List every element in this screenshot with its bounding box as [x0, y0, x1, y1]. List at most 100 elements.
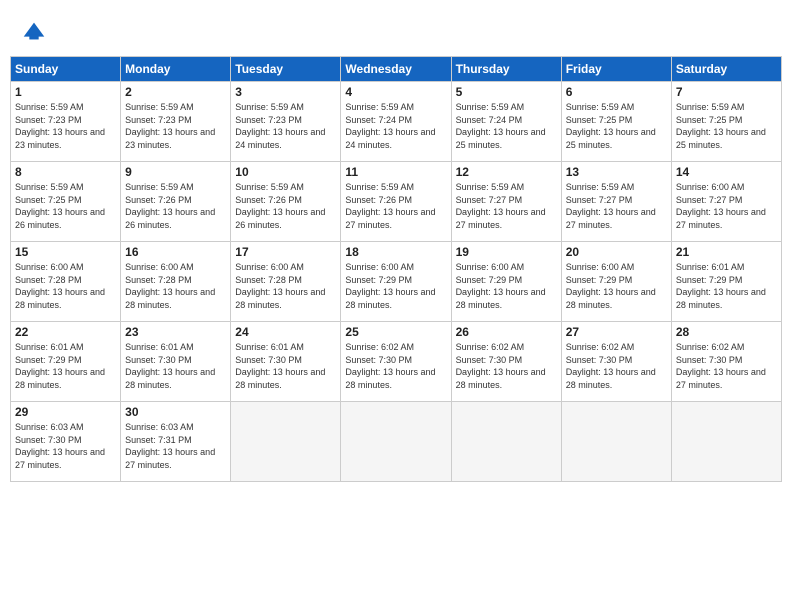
calendar-day-7: 7 Sunrise: 5:59 AMSunset: 7:25 PMDaylight…	[671, 82, 781, 162]
calendar-day-9: 9 Sunrise: 5:59 AMSunset: 7:26 PMDaylight…	[121, 162, 231, 242]
day-number: 20	[566, 245, 667, 259]
day-info: Sunrise: 5:59 AMSunset: 7:24 PMDaylight:…	[345, 101, 446, 151]
day-number: 2	[125, 85, 226, 99]
day-number: 8	[15, 165, 116, 179]
day-info: Sunrise: 6:00 AMSunset: 7:29 PMDaylight:…	[345, 261, 446, 311]
calendar-day-10: 10 Sunrise: 5:59 AMSunset: 7:26 PMDayligh…	[231, 162, 341, 242]
day-info: Sunrise: 6:00 AMSunset: 7:27 PMDaylight:…	[676, 181, 777, 231]
calendar-header-row: SundayMondayTuesdayWednesdayThursdayFrid…	[11, 57, 782, 82]
day-info: Sunrise: 6:00 AMSunset: 7:28 PMDaylight:…	[235, 261, 336, 311]
calendar-week-row: 8 Sunrise: 5:59 AMSunset: 7:25 PMDaylight…	[11, 162, 782, 242]
calendar-day-4: 4 Sunrise: 5:59 AMSunset: 7:24 PMDaylight…	[341, 82, 451, 162]
day-info: Sunrise: 6:03 AMSunset: 7:31 PMDaylight:…	[125, 421, 226, 471]
calendar-table: SundayMondayTuesdayWednesdayThursdayFrid…	[10, 56, 782, 482]
calendar-day-26: 26 Sunrise: 6:02 AMSunset: 7:30 PMDayligh…	[451, 322, 561, 402]
day-info: Sunrise: 5:59 AMSunset: 7:27 PMDaylight:…	[566, 181, 667, 231]
calendar-header-sunday: Sunday	[11, 57, 121, 82]
day-info: Sunrise: 5:59 AMSunset: 7:26 PMDaylight:…	[125, 181, 226, 231]
calendar-day-16: 16 Sunrise: 6:00 AMSunset: 7:28 PMDayligh…	[121, 242, 231, 322]
day-info: Sunrise: 5:59 AMSunset: 7:23 PMDaylight:…	[235, 101, 336, 151]
empty-cell	[341, 402, 451, 482]
day-number: 16	[125, 245, 226, 259]
calendar-day-22: 22 Sunrise: 6:01 AMSunset: 7:29 PMDayligh…	[11, 322, 121, 402]
day-info: Sunrise: 5:59 AMSunset: 7:24 PMDaylight:…	[456, 101, 557, 151]
day-info: Sunrise: 6:01 AMSunset: 7:30 PMDaylight:…	[235, 341, 336, 391]
day-number: 4	[345, 85, 446, 99]
calendar-day-24: 24 Sunrise: 6:01 AMSunset: 7:30 PMDayligh…	[231, 322, 341, 402]
day-number: 10	[235, 165, 336, 179]
calendar-day-30: 30 Sunrise: 6:03 AMSunset: 7:31 PMDayligh…	[121, 402, 231, 482]
day-number: 28	[676, 325, 777, 339]
day-number: 26	[456, 325, 557, 339]
day-number: 29	[15, 405, 116, 419]
calendar-day-15: 15 Sunrise: 6:00 AMSunset: 7:28 PMDayligh…	[11, 242, 121, 322]
calendar-day-17: 17 Sunrise: 6:00 AMSunset: 7:28 PMDayligh…	[231, 242, 341, 322]
day-number: 13	[566, 165, 667, 179]
day-number: 5	[456, 85, 557, 99]
calendar-day-5: 5 Sunrise: 5:59 AMSunset: 7:24 PMDaylight…	[451, 82, 561, 162]
day-info: Sunrise: 6:02 AMSunset: 7:30 PMDaylight:…	[566, 341, 667, 391]
day-info: Sunrise: 5:59 AMSunset: 7:26 PMDaylight:…	[345, 181, 446, 231]
calendar-day-6: 6 Sunrise: 5:59 AMSunset: 7:25 PMDaylight…	[561, 82, 671, 162]
calendar-header-wednesday: Wednesday	[341, 57, 451, 82]
calendar-day-2: 2 Sunrise: 5:59 AMSunset: 7:23 PMDaylight…	[121, 82, 231, 162]
day-info: Sunrise: 6:00 AMSunset: 7:29 PMDaylight:…	[566, 261, 667, 311]
day-number: 1	[15, 85, 116, 99]
day-number: 15	[15, 245, 116, 259]
day-info: Sunrise: 6:00 AMSunset: 7:28 PMDaylight:…	[15, 261, 116, 311]
calendar-day-18: 18 Sunrise: 6:00 AMSunset: 7:29 PMDayligh…	[341, 242, 451, 322]
day-number: 19	[456, 245, 557, 259]
day-info: Sunrise: 6:03 AMSunset: 7:30 PMDaylight:…	[15, 421, 116, 471]
calendar-day-8: 8 Sunrise: 5:59 AMSunset: 7:25 PMDaylight…	[11, 162, 121, 242]
calendar-day-1: 1 Sunrise: 5:59 AMSunset: 7:23 PMDaylight…	[11, 82, 121, 162]
day-number: 22	[15, 325, 116, 339]
calendar-week-row: 22 Sunrise: 6:01 AMSunset: 7:29 PMDayligh…	[11, 322, 782, 402]
calendar-header-tuesday: Tuesday	[231, 57, 341, 82]
day-number: 7	[676, 85, 777, 99]
day-info: Sunrise: 5:59 AMSunset: 7:27 PMDaylight:…	[456, 181, 557, 231]
calendar-day-20: 20 Sunrise: 6:00 AMSunset: 7:29 PMDayligh…	[561, 242, 671, 322]
calendar-day-3: 3 Sunrise: 5:59 AMSunset: 7:23 PMDaylight…	[231, 82, 341, 162]
calendar-day-29: 29 Sunrise: 6:03 AMSunset: 7:30 PMDayligh…	[11, 402, 121, 482]
calendar-header-saturday: Saturday	[671, 57, 781, 82]
day-number: 3	[235, 85, 336, 99]
calendar-header-friday: Friday	[561, 57, 671, 82]
empty-cell	[451, 402, 561, 482]
day-info: Sunrise: 5:59 AMSunset: 7:26 PMDaylight:…	[235, 181, 336, 231]
calendar-day-21: 21Sunrise: 6:01 AMSunset: 7:29 PMDayligh…	[671, 242, 781, 322]
day-number: 14	[676, 165, 777, 179]
empty-cell	[671, 402, 781, 482]
day-number: 17	[235, 245, 336, 259]
day-info: Sunrise: 5:59 AMSunset: 7:25 PMDaylight:…	[15, 181, 116, 231]
day-info: Sunrise: 5:59 AMSunset: 7:25 PMDaylight:…	[566, 101, 667, 151]
calendar-day-13: 13 Sunrise: 5:59 AMSunset: 7:27 PMDayligh…	[561, 162, 671, 242]
day-number: 30	[125, 405, 226, 419]
day-number: 24	[235, 325, 336, 339]
day-number: 18	[345, 245, 446, 259]
day-info: Sunrise: 5:59 AMSunset: 7:25 PMDaylight:…	[676, 101, 777, 151]
calendar-day-25: 25Sunrise: 6:02 AMSunset: 7:30 PMDayligh…	[341, 322, 451, 402]
empty-cell	[231, 402, 341, 482]
day-number: 27	[566, 325, 667, 339]
day-number: 6	[566, 85, 667, 99]
day-number: 25	[345, 325, 446, 339]
page-header	[10, 10, 782, 50]
calendar-day-11: 11 Sunrise: 5:59 AMSunset: 7:26 PMDayligh…	[341, 162, 451, 242]
day-info: Sunrise: 6:01 AMSunset: 7:29 PMDaylight:…	[15, 341, 116, 391]
logo	[20, 18, 50, 46]
calendar-day-23: 23 Sunrise: 6:01 AMSunset: 7:30 PMDayligh…	[121, 322, 231, 402]
calendar-header-thursday: Thursday	[451, 57, 561, 82]
day-info: Sunrise: 6:02 AMSunset: 7:30 PMDaylight:…	[456, 341, 557, 391]
calendar-day-28: 28Sunrise: 6:02 AMSunset: 7:30 PMDayligh…	[671, 322, 781, 402]
day-info: Sunrise: 6:01 AMSunset: 7:30 PMDaylight:…	[125, 341, 226, 391]
day-number: 23	[125, 325, 226, 339]
calendar-week-row: 29 Sunrise: 6:03 AMSunset: 7:30 PMDayligh…	[11, 402, 782, 482]
day-info: Sunrise: 5:59 AMSunset: 7:23 PMDaylight:…	[125, 101, 226, 151]
day-number: 11	[345, 165, 446, 179]
day-info: Sunrise: 6:00 AMSunset: 7:28 PMDaylight:…	[125, 261, 226, 311]
day-number: 9	[125, 165, 226, 179]
day-info: Sunrise: 5:59 AMSunset: 7:23 PMDaylight:…	[15, 101, 116, 151]
calendar-day-14: 14 Sunrise: 6:00 AMSunset: 7:27 PMDayligh…	[671, 162, 781, 242]
day-info: Sunrise: 6:00 AMSunset: 7:29 PMDaylight:…	[456, 261, 557, 311]
calendar-week-row: 1 Sunrise: 5:59 AMSunset: 7:23 PMDaylight…	[11, 82, 782, 162]
